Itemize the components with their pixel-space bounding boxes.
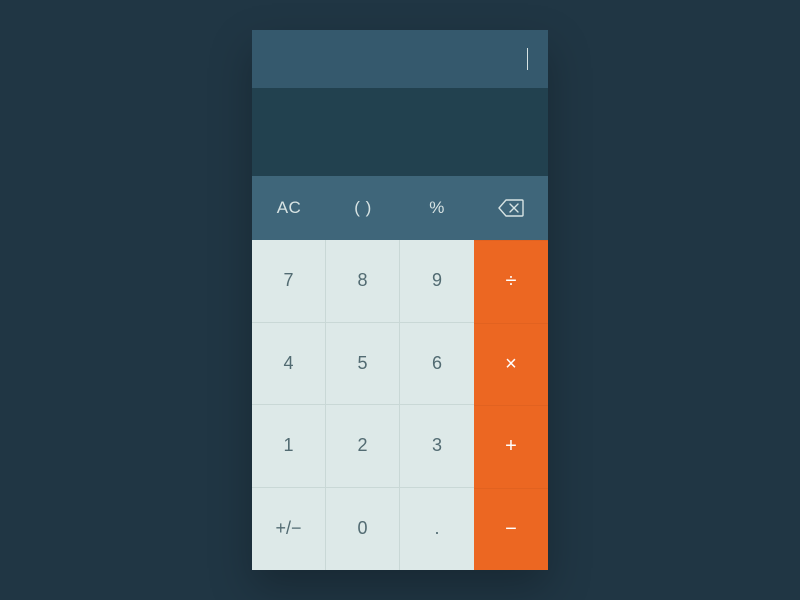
divide-button[interactable]: ÷ (474, 240, 548, 323)
key-2[interactable]: 2 (326, 405, 400, 488)
decimal-button[interactable]: . (400, 488, 474, 571)
backspace-icon (498, 199, 524, 217)
parentheses-button[interactable]: ( ) (326, 176, 400, 240)
backspace-button[interactable] (474, 176, 548, 240)
percent-button[interactable]: % (400, 176, 474, 240)
key-9[interactable]: 9 (400, 240, 474, 323)
text-cursor (527, 48, 528, 70)
key-7[interactable]: 7 (252, 240, 326, 323)
result-display (252, 88, 548, 176)
key-3[interactable]: 3 (400, 405, 474, 488)
key-1[interactable]: 1 (252, 405, 326, 488)
key-0[interactable]: 0 (326, 488, 400, 571)
key-5[interactable]: 5 (326, 323, 400, 406)
clear-all-button[interactable]: AC (252, 176, 326, 240)
key-6[interactable]: 6 (400, 323, 474, 406)
sign-toggle-button[interactable]: +/− (252, 488, 326, 571)
keypad: 7 8 9 ÷ 4 5 6 × 1 2 3 + +/− 0 . − (252, 240, 548, 570)
multiply-button[interactable]: × (474, 323, 548, 406)
calculator-app: AC ( ) % 7 8 9 ÷ 4 5 6 × (252, 30, 548, 570)
minus-button[interactable]: − (474, 488, 548, 571)
key-4[interactable]: 4 (252, 323, 326, 406)
function-row: AC ( ) % (252, 176, 548, 240)
plus-button[interactable]: + (474, 405, 548, 488)
key-8[interactable]: 8 (326, 240, 400, 323)
expression-display (252, 30, 548, 88)
